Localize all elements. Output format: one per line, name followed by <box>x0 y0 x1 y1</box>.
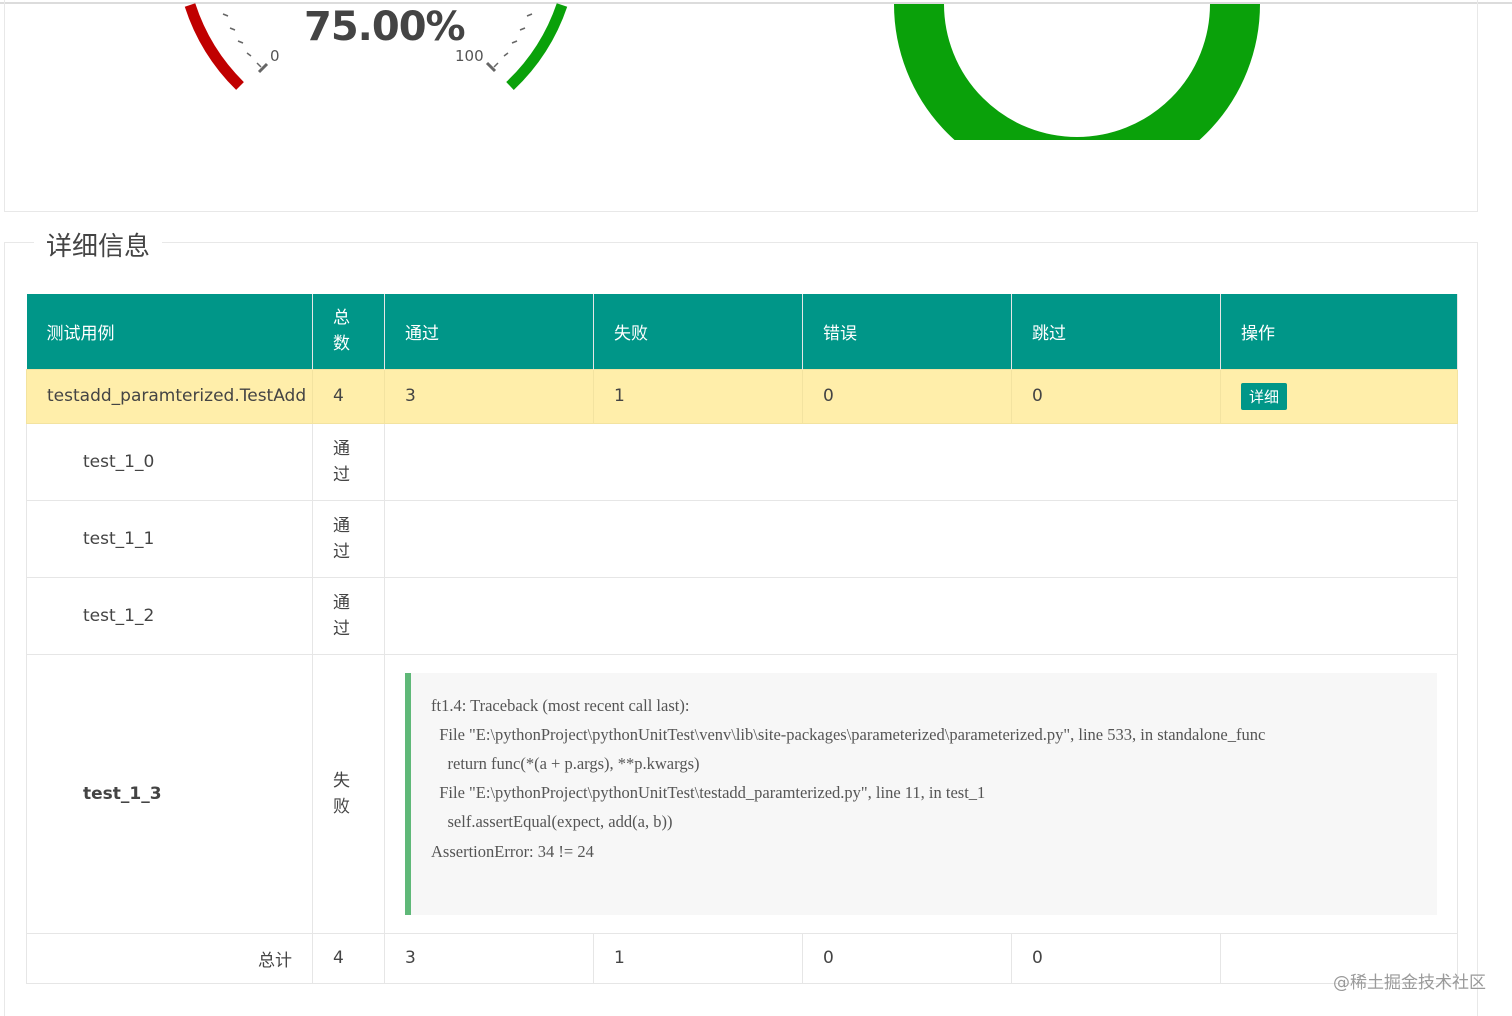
col-header-action: 操作 <box>1220 294 1458 369</box>
total-skip: 0 <box>1011 932 1221 984</box>
table-header-row: 测试用例 总数 通过 失败 错误 跳过 操作 <box>26 294 1458 369</box>
case-name[interactable]: test_1_3 <box>26 653 313 934</box>
donut-pass-segment <box>894 3 1260 140</box>
test-class-row: testadd_paramterized.TestAdd 4 3 1 0 0 详… <box>26 368 1458 424</box>
case-detail <box>384 499 1458 578</box>
class-action-cell: 详细 <box>1220 368 1458 424</box>
table-row: test_1_3 失败 ft1.4: Traceback (most recen… <box>26 653 1458 934</box>
col-header-total: 总数 <box>312 294 385 369</box>
col-header-fail: 失败 <box>593 294 803 369</box>
class-fail: 1 <box>593 368 803 424</box>
class-total: 4 <box>312 368 385 424</box>
col-header-skip: 跳过 <box>1011 294 1221 369</box>
gauge-arc-high <box>506 3 568 90</box>
detail-button[interactable]: 详细 <box>1241 382 1288 410</box>
case-name[interactable]: test_1_2 <box>26 576 313 655</box>
gauge-arc-low <box>184 3 244 90</box>
gauge-value: 75.00% <box>304 4 466 50</box>
table-row: test_1_1 通过 <box>26 499 1458 578</box>
total-row: 总计 4 3 1 0 0 <box>26 932 1458 984</box>
total-error: 0 <box>802 932 1012 984</box>
results-table: 测试用例 总数 通过 失败 错误 跳过 操作 testadd_paramteri… <box>26 294 1458 984</box>
gauge-min-label: 0 <box>270 47 280 65</box>
class-pass: 3 <box>384 368 594 424</box>
case-detail: ft1.4: Traceback (most recent call last)… <box>384 653 1458 934</box>
case-detail <box>384 422 1458 501</box>
details-legend: 详细信息 <box>34 226 163 263</box>
table-row: test_1_0 通过 <box>26 422 1458 501</box>
total-pass: 3 <box>384 932 594 984</box>
class-error: 0 <box>802 368 1012 424</box>
class-name: testadd_paramterized.TestAdd <box>26 368 313 424</box>
table-row: test_1_2 通过 <box>26 576 1458 655</box>
case-status: 通过 <box>312 499 385 578</box>
case-name[interactable]: test_1_0 <box>26 422 313 501</box>
col-header-testcase: 测试用例 <box>26 294 313 369</box>
col-header-pass: 通过 <box>384 294 594 369</box>
class-skip: 0 <box>1011 368 1221 424</box>
traceback-block: ft1.4: Traceback (most recent call last)… <box>405 672 1437 915</box>
gauge-ticks-left <box>222 13 269 74</box>
gauge-max-label: 100 <box>455 47 484 65</box>
result-donut-chart <box>894 3 1260 140</box>
total-label: 总计 <box>26 932 313 984</box>
total-fail: 1 <box>593 932 803 984</box>
watermark: @稀土掘金技术社区 <box>1333 973 1486 993</box>
case-name[interactable]: test_1_1 <box>26 499 313 578</box>
col-header-error: 错误 <box>802 294 1012 369</box>
total-count: 4 <box>312 932 385 984</box>
case-status: 通过 <box>312 422 385 501</box>
case-status: 通过 <box>312 576 385 655</box>
case-status: 失败 <box>312 653 385 934</box>
case-detail <box>384 576 1458 655</box>
